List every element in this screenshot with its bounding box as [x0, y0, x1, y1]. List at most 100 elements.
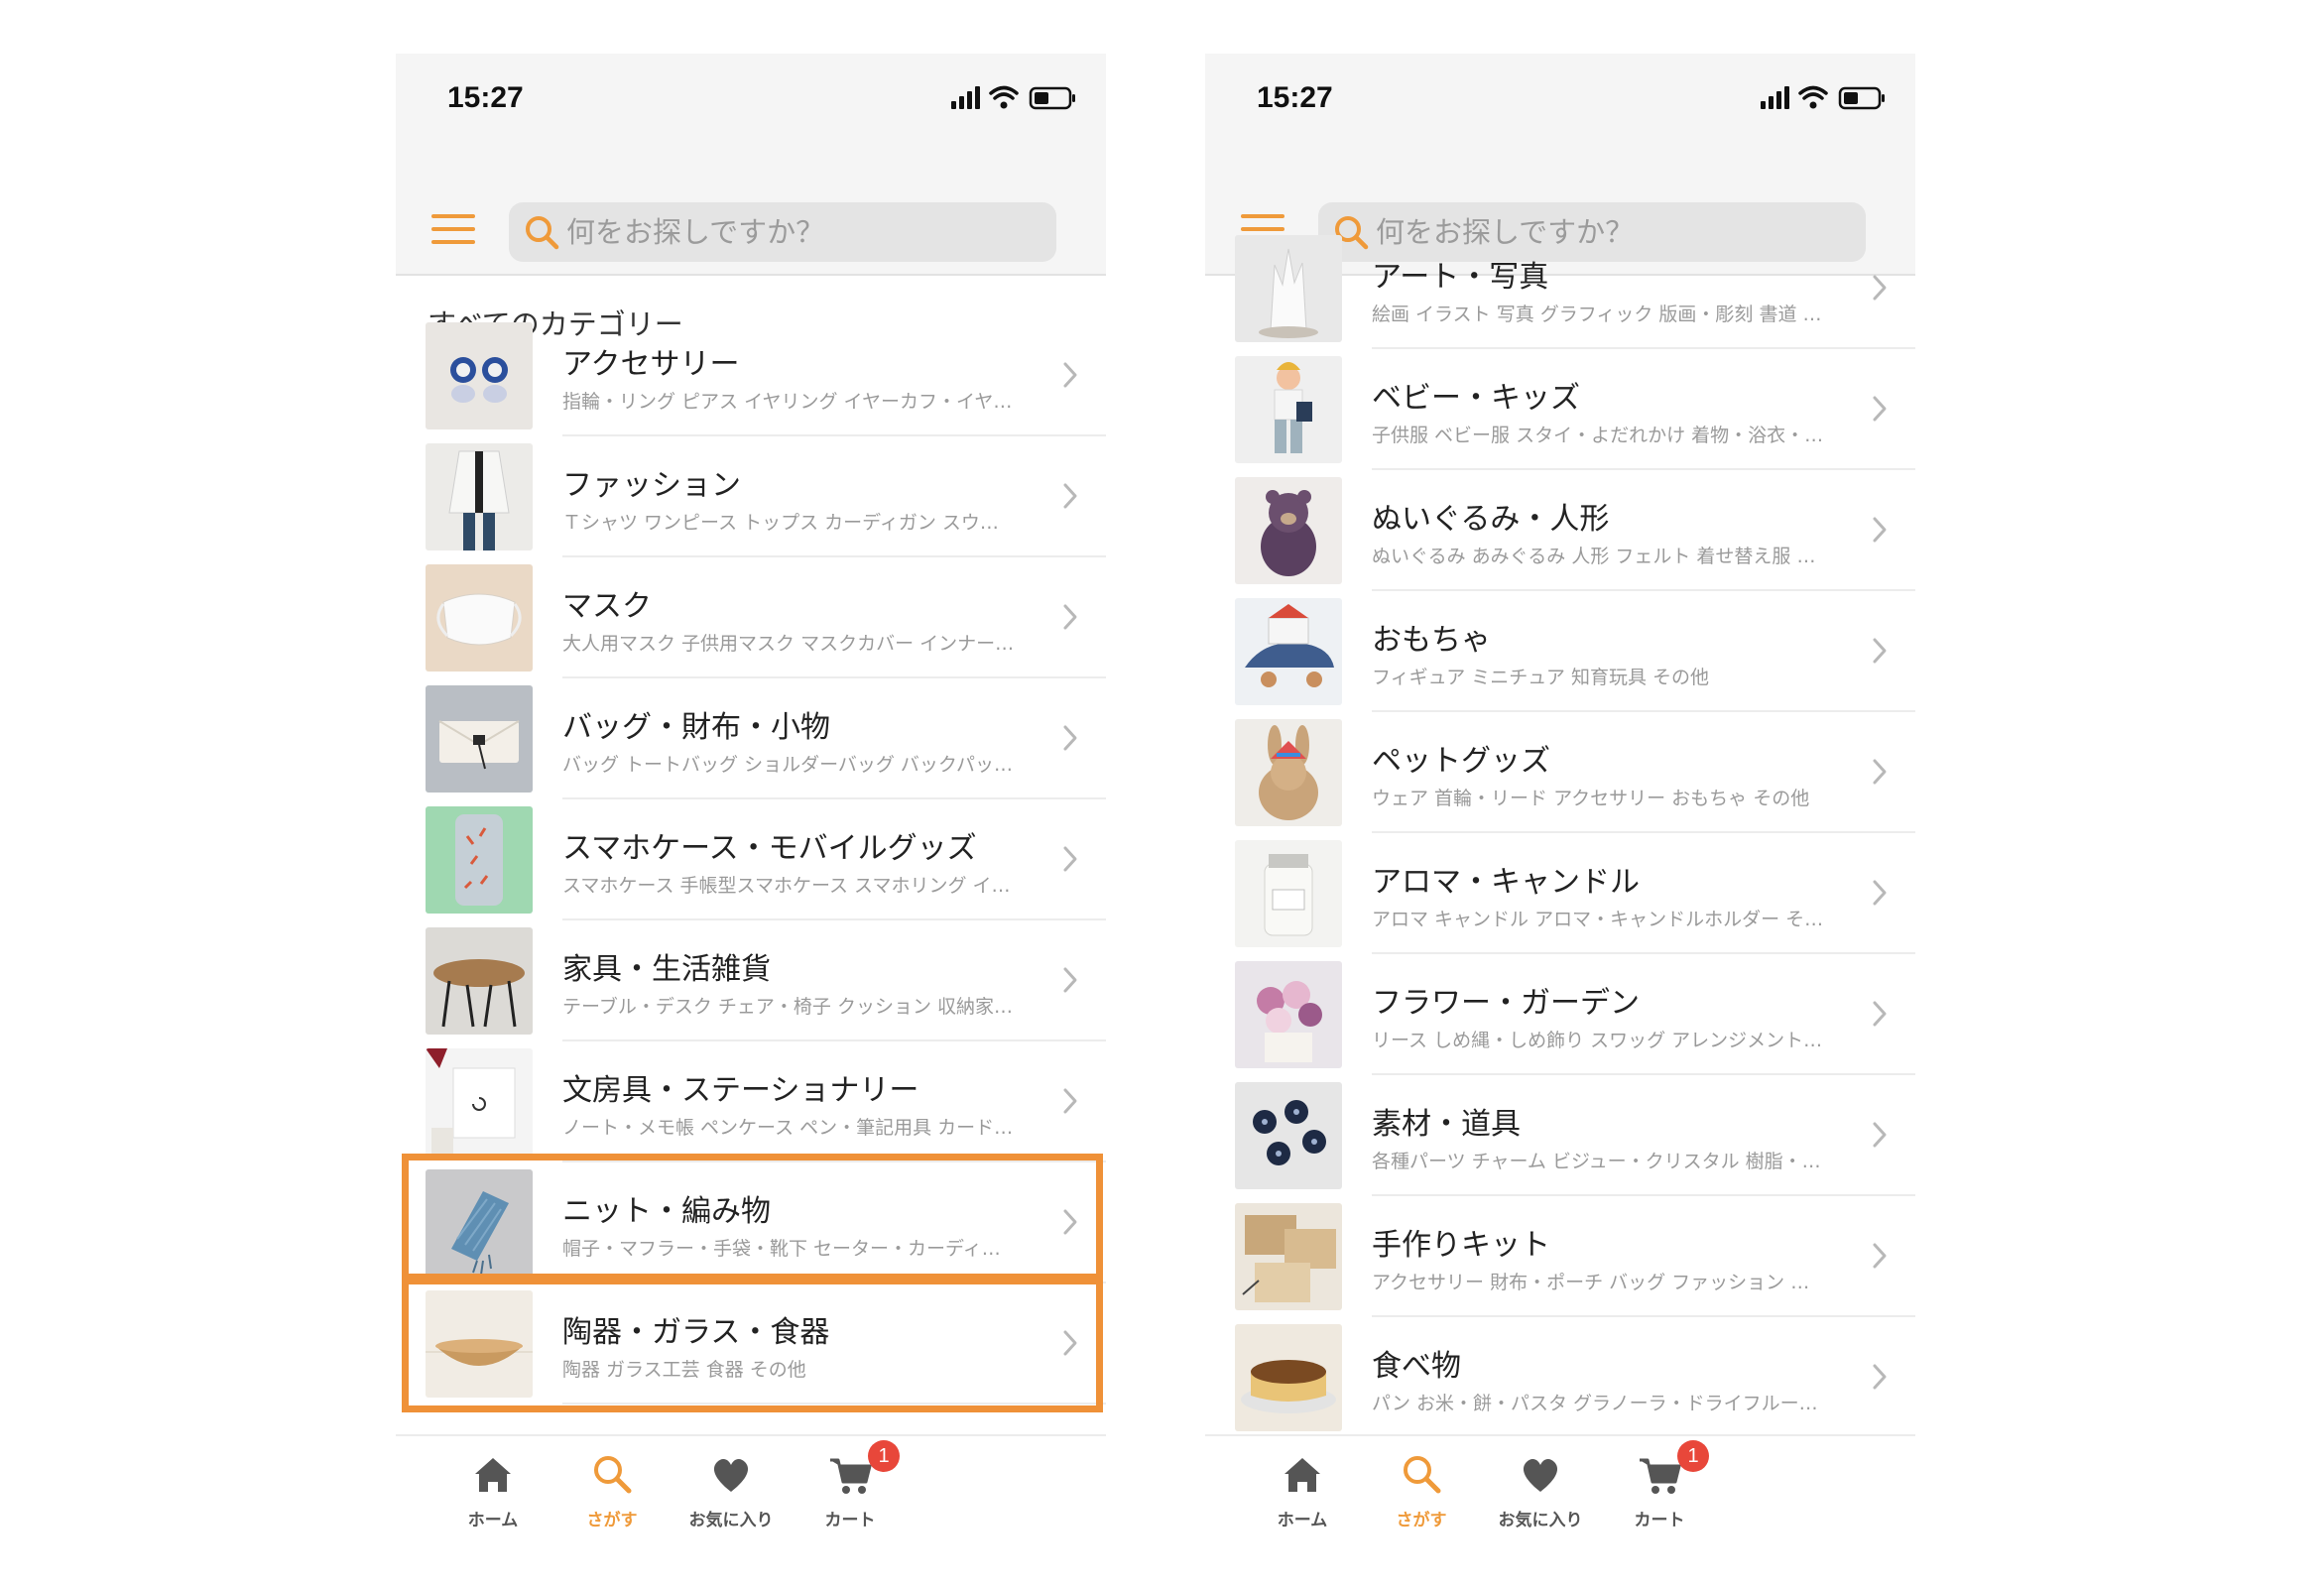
category-thumbnail	[1235, 598, 1342, 705]
category-row[interactable]: 陶器・ガラス・食器 陶器 ガラス工芸 食器 その他	[396, 1283, 1106, 1405]
category-name: 手作りキット	[1372, 1228, 1550, 1263]
search-icon	[590, 1452, 634, 1496]
wifi-icon	[989, 85, 1019, 100]
tab-label: お気に入り	[1498, 1511, 1583, 1530]
tab-label: さがす	[586, 1511, 638, 1530]
category-row[interactable]: バッグ・財布・小物バッグ トートバッグ ショルダーバッグ バックパッ…	[396, 678, 1106, 799]
category-name: ベビー・キッズ	[1372, 381, 1580, 416]
category-row[interactable]: アート・写真絵画 イラスト 写真 グラフィック 版画・彫刻 書道 …	[1205, 228, 1915, 349]
category-name: マスク	[562, 589, 652, 624]
chevron-right-icon	[1872, 637, 1888, 665]
category-name: ファッション	[562, 468, 741, 503]
category-row[interactable]: ペットグッズ ウェア 首輪・リード アクセサリー おもちゃ その他	[1205, 712, 1915, 833]
category-subtitle: バッグ トートバッグ ショルダーバッグ バックパッ…	[562, 754, 1013, 776]
search-icon	[526, 216, 559, 250]
category-subtitle: 各種パーツ チャーム ビジュー・クリスタル 樹脂・…	[1372, 1151, 1821, 1172]
cart-icon	[1638, 1452, 1681, 1496]
category-subtitle: 子供服 ベビー服 スタイ・よだれかけ 着物・浴衣・…	[1372, 425, 1824, 446]
chevron-right-icon	[1062, 1329, 1078, 1357]
chevron-right-icon	[1872, 758, 1888, 786]
category-row[interactable]: おもちゃ フィギュア ミニチュア 知育玩具 その他	[1205, 591, 1915, 712]
tab-cart[interactable]: カート 1	[791, 1440, 910, 1535]
category-name: 陶器・ガラス・食器	[562, 1315, 830, 1350]
category-name: ぬいぐるみ・人形	[1372, 502, 1610, 537]
category-thumbnail	[1235, 235, 1342, 342]
category-subtitle: パン お米・餅・パスタ グラノーラ・ドライフルー…	[1372, 1393, 1818, 1414]
category-row[interactable]: アロマ・キャンドル アロマ キャンドル アロマ・キャンドルホルダー そ…	[1205, 833, 1915, 954]
tab-label: さがす	[1396, 1511, 1447, 1530]
category-thumbnail	[426, 927, 533, 1035]
chevron-right-icon	[1062, 845, 1078, 873]
tab-bar: ホーム さがす お気に入り カート 1	[1205, 1434, 1915, 1541]
signal-icon	[951, 86, 980, 109]
phone-screen-right: 15:27 何をお探しですか？ アート・写真 絵画 イラスト 写真 グラフィック…	[1205, 54, 1915, 1541]
chevron-right-icon	[1062, 482, 1078, 510]
category-row[interactable]: ベビー・キッズ子供服 ベビー服 スタイ・よだれかけ 着物・浴衣・…	[1205, 349, 1915, 470]
chevron-right-icon	[1872, 516, 1888, 544]
category-thumbnail	[1235, 477, 1342, 584]
category-subtitle: 帽子・マフラー・手袋・靴下 セーター・カーディ…	[562, 1238, 1001, 1260]
category-thumbnail	[426, 685, 533, 793]
category-name: スマホケース・モバイルグッズ	[562, 831, 977, 866]
category-thumbnail	[426, 322, 533, 429]
category-subtitle: 大人用マスク 子供用マスク マスクカバー インナー…	[562, 633, 1015, 655]
category-subtitle: リース しめ縄・しめ飾り スワッグ アレンジメント…	[1372, 1030, 1823, 1051]
category-row[interactable]: 素材・道具 各種パーツ チャーム ビジュー・クリスタル 樹脂・…	[1205, 1075, 1915, 1196]
tab-cart[interactable]: カート 1	[1600, 1440, 1719, 1535]
tab-home[interactable]: ホーム	[433, 1446, 552, 1535]
tab-heart[interactable]: お気に入り	[672, 1446, 791, 1535]
category-row[interactable]: 手作りキットアクセサリー 財布・ポーチ バッグ ファッション …	[1205, 1196, 1915, 1317]
chevron-right-icon	[1872, 1121, 1888, 1149]
status-bar: 15:27	[1205, 54, 1915, 163]
category-subtitle: 絵画 イラスト 写真 グラフィック 版画・彫刻 書道 …	[1372, 304, 1822, 325]
category-thumbnail	[1235, 1203, 1342, 1310]
menu-icon[interactable]	[431, 214, 475, 244]
tab-heart[interactable]: お気に入り	[1481, 1446, 1600, 1535]
chevron-right-icon	[1872, 1242, 1888, 1270]
category-name: バッグ・財布・小物	[562, 710, 830, 745]
category-name: ペットグッズ	[1372, 744, 1550, 779]
tab-home[interactable]: ホーム	[1243, 1446, 1362, 1535]
category-name: アート・写真	[1372, 260, 1549, 295]
category-thumbnail	[1235, 961, 1342, 1068]
chevron-right-icon	[1062, 603, 1078, 631]
category-subtitle: フィギュア ミニチュア 知育玩具 その他	[1372, 667, 1709, 688]
category-row[interactable]: 食べ物 パン お米・餅・パスタ グラノーラ・ドライフルー…	[1205, 1317, 1915, 1438]
nav-bar	[396, 163, 1106, 276]
category-row[interactable]: アクセサリー 指輪・リング ピアス イヤリング イヤーカフ・イヤ…	[396, 315, 1106, 436]
category-thumbnail	[426, 443, 533, 550]
category-thumbnail	[426, 1169, 533, 1277]
category-name: アロマ・キャンドル	[1372, 865, 1640, 900]
tab-search[interactable]: さがす	[552, 1446, 672, 1535]
category-row[interactable]: 文房具・ステーショナリー ノート・メモ帳 ペンケース ペン・筆記用具 カード…	[396, 1041, 1106, 1162]
tab-search[interactable]: さがす	[1362, 1446, 1481, 1535]
category-row[interactable]: 家具・生活雑貨 テーブル・デスク チェア・椅子 クッション 収納家…	[396, 920, 1106, 1041]
tab-label: お気に入り	[688, 1511, 774, 1530]
category-thumbnail	[1235, 719, 1342, 826]
search-bar[interactable]	[509, 202, 1056, 262]
category-name: アクセサリー	[562, 347, 740, 382]
category-row[interactable]: ぬいぐるみ・人形ぬいぐるみ あみぐるみ 人形 フェルト 着せ替え服 …	[1205, 470, 1915, 591]
category-subtitle: テーブル・デスク チェア・椅子 クッション 収納家…	[562, 996, 1013, 1018]
cart-count-badge: 1	[868, 1440, 900, 1472]
status-icons	[1761, 83, 1890, 111]
chevron-right-icon	[1872, 1000, 1888, 1028]
category-row[interactable]: ファッション Ｔシャツ ワンピース トップス カーディガン スウ…	[396, 436, 1106, 557]
cart-icon	[828, 1452, 872, 1496]
status-bar: 15:27	[396, 54, 1106, 163]
category-row[interactable]: フラワー・ガーデン リース しめ縄・しめ飾り スワッグ アレンジメント…	[1205, 954, 1915, 1075]
phone-screen-left: 15:27 何をお探しですか？ すべてのカテゴリー アクセサリー 指輪・リング …	[396, 54, 1106, 1541]
heart-icon	[1519, 1452, 1562, 1496]
category-row[interactable]: スマホケース・モバイルグッズ スマホケース 手帳型スマホケース スマホリング イ…	[396, 799, 1106, 920]
category-row[interactable]: マスク大人用マスク 子供用マスク マスクカバー インナー…	[396, 557, 1106, 678]
category-subtitle: アクセサリー 財布・ポーチ バッグ ファッション …	[1372, 1272, 1810, 1293]
category-subtitle: ぬいぐるみ あみぐるみ 人形 フェルト 着せ替え服 …	[1372, 546, 1816, 567]
category-name: ニット・編み物	[562, 1194, 771, 1229]
status-time: 15:27	[1257, 81, 1333, 114]
status-icons	[951, 83, 1080, 111]
chevron-right-icon	[1872, 879, 1888, 907]
search-input[interactable]	[566, 215, 1023, 249]
wifi-icon	[1798, 85, 1828, 100]
category-row[interactable]: ニット・編み物帽子・マフラー・手袋・靴下 セーター・カーディ…	[396, 1162, 1106, 1283]
battery-icon	[1838, 86, 1885, 110]
